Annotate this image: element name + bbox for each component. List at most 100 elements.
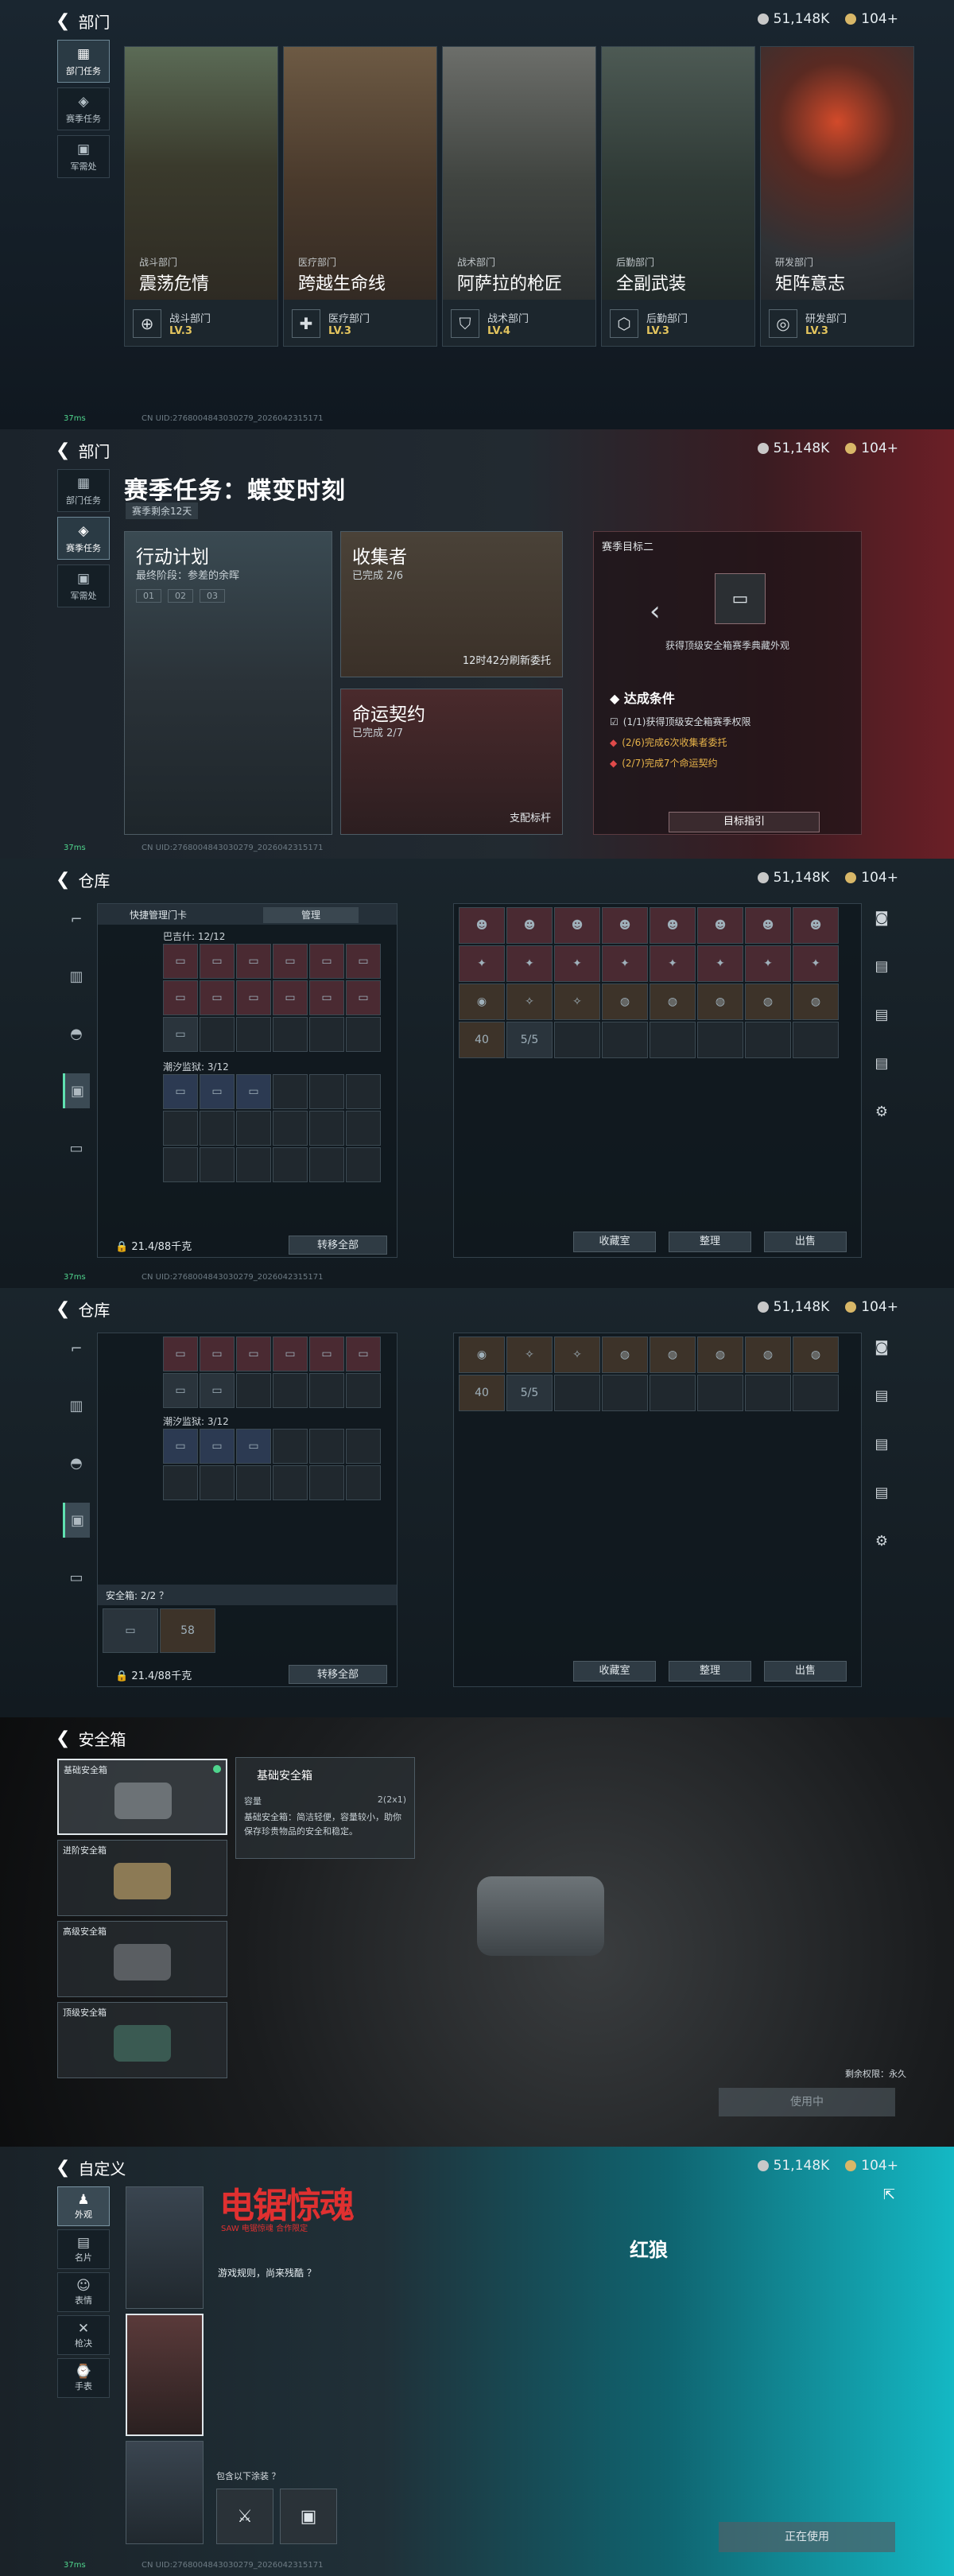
tab-outfit[interactable]: ♟ 外观	[57, 2186, 110, 2226]
keycard-item[interactable]: ▭	[200, 944, 235, 979]
keycard-item[interactable]: ▭	[236, 944, 271, 979]
settings-icon[interactable]: ⚙	[875, 1104, 888, 1120]
safe-box-item[interactable]: ▭	[103, 1608, 158, 1653]
keycard-item[interactable]: ▭	[200, 980, 235, 1015]
stash-item[interactable]: ✦	[459, 945, 505, 982]
stash-item[interactable]: ☻	[745, 907, 791, 944]
stash-item[interactable]: ✦	[506, 945, 553, 982]
manage-button[interactable]: 管理	[263, 907, 359, 923]
safe-box-basic[interactable]: 基础安全箱	[57, 1759, 227, 1835]
keycard-item[interactable]: ▭	[346, 980, 381, 1015]
in-use-button[interactable]: 使用中	[719, 2088, 895, 2116]
stash-item[interactable]: ☻	[650, 907, 696, 944]
keycard-item[interactable]: ▭	[309, 944, 344, 979]
stash-item[interactable]: ✧	[554, 983, 600, 1020]
contract-card[interactable]: 命运契约 已完成 2/7 支配标杆	[340, 689, 563, 835]
vault-button[interactable]: 收藏室	[573, 1232, 656, 1252]
back-button[interactable]: ❮ 安全箱	[56, 1727, 126, 1750]
keycard-item[interactable]: ▭	[163, 980, 198, 1015]
backpack-icon[interactable]: ▣	[63, 1503, 90, 1538]
package-item-knife[interactable]: ⚔	[216, 2489, 273, 2544]
backpack-icon[interactable]: ▣	[63, 1073, 90, 1108]
sort-button[interactable]: 整理	[669, 1232, 751, 1252]
move-all-button[interactable]: 转移全部	[289, 1236, 387, 1255]
gun-icon[interactable]: ⌐	[63, 902, 90, 937]
helmet-icon[interactable]: ◓	[63, 1016, 90, 1051]
dept-card-research[interactable]: 研发部门 矩阵意志 ◎ 研发部门 LV.3	[760, 46, 914, 347]
chevron-left-icon[interactable]: ‹	[650, 596, 661, 627]
safe-box-high[interactable]: 高级安全箱	[57, 1921, 227, 1997]
keycard-item[interactable]: ▭	[346, 944, 381, 979]
stash-page-icon[interactable]: ▤	[874, 1436, 888, 1453]
stash-item[interactable]: ◍	[602, 983, 648, 1020]
share-icon[interactable]: ⇱	[883, 2186, 895, 2203]
stash-item[interactable]: ✦	[793, 945, 839, 982]
gold-currency[interactable]: 104+	[845, 11, 898, 27]
sell-button[interactable]: 出售	[764, 1232, 847, 1252]
sell-button[interactable]: 出售	[764, 1661, 847, 1682]
dept-card-logistics[interactable]: 后勤部门 全副武装 ⬡ 后勤部门 LV.3	[601, 46, 755, 347]
stash-item[interactable]: ☻	[459, 907, 505, 944]
dept-card-combat[interactable]: 战斗部门 震荡危情 ⊕ 战斗部门 LV.3	[124, 46, 278, 347]
tab-supply[interactable]: ▣ 军需处	[57, 564, 110, 607]
stash-page-icon[interactable]: ▤	[874, 1387, 888, 1404]
stash-item[interactable]: ◍	[697, 983, 743, 1020]
tab-department-task[interactable]: ▦ 部门任务	[57, 469, 110, 512]
keycard-item[interactable]: ▭	[163, 1074, 198, 1109]
armor-icon[interactable]: ▥	[63, 959, 90, 994]
stash-item[interactable]: ✦	[745, 945, 791, 982]
silver-currency[interactable]: 51,148K	[757, 440, 829, 456]
tab-season-task[interactable]: ◈ 赛季任务	[57, 517, 110, 560]
keycard-item[interactable]: ▭	[236, 1074, 271, 1109]
stash-item[interactable]: ◉	[459, 983, 505, 1020]
sort-button[interactable]: 整理	[669, 1661, 751, 1682]
stash-item[interactable]: ☻	[697, 907, 743, 944]
keycard-item[interactable]: ▭	[200, 1074, 235, 1109]
stash-item[interactable]: ☻	[506, 907, 553, 944]
plan-card[interactable]: 行动计划 最终阶段：参差的余晖 01 02 03	[124, 531, 332, 835]
settings-icon[interactable]: ⚙	[875, 1533, 888, 1550]
keycard-item[interactable]: ▭	[163, 1017, 198, 1052]
stash-page-icon[interactable]: ▤	[874, 958, 888, 975]
gun-icon[interactable]: ⌐	[63, 1331, 90, 1366]
stash-icon[interactable]: ◙	[874, 1339, 888, 1356]
keycard-item[interactable]: ▭	[163, 944, 198, 979]
tab-department-task[interactable]: ▦ 部门任务	[57, 40, 110, 83]
stash-item[interactable]: ✦	[650, 945, 696, 982]
tab-supply[interactable]: ▣ 军需处	[57, 135, 110, 178]
safe-box-advanced[interactable]: 进阶安全箱	[57, 1840, 227, 1916]
back-button[interactable]: ❮ 自定义	[56, 2156, 126, 2179]
back-button[interactable]: ❮ 部门	[56, 439, 110, 462]
back-button[interactable]: ❮ 部门	[56, 10, 110, 33]
package-item-box[interactable]: ▣	[280, 2489, 337, 2544]
stash-item[interactable]: ◍	[650, 983, 696, 1020]
collector-card[interactable]: 收集者 已完成 2/6 12时42分刷新委托	[340, 531, 563, 677]
goal-guide-button[interactable]: 目标指引	[669, 812, 820, 832]
stash-item[interactable]: ☻	[602, 907, 648, 944]
operator-portrait[interactable]	[126, 2441, 204, 2544]
keycard-item[interactable]: ▭	[273, 980, 308, 1015]
tab-watch[interactable]: ⌚ 手表	[57, 2358, 110, 2398]
keycard-item[interactable]: ▭	[309, 980, 344, 1015]
stash-item[interactable]: ☻	[793, 907, 839, 944]
ammo-item[interactable]: 5/5	[506, 1022, 553, 1058]
back-button[interactable]: ❮ 仓库	[56, 868, 110, 891]
back-button[interactable]: ❮ 仓库	[56, 1298, 110, 1321]
stash-item[interactable]: ✦	[554, 945, 600, 982]
keycard-item[interactable]: ▭	[273, 944, 308, 979]
ammo-item[interactable]: 5/5	[506, 1375, 553, 1411]
stash-page-icon[interactable]: ▤	[874, 1484, 888, 1501]
rules-text[interactable]: 游戏规则，尚来残酷 ？	[218, 2266, 316, 2279]
stash-item[interactable]: ◍	[793, 983, 839, 1020]
ammo-item[interactable]: 40	[459, 1022, 505, 1058]
stash-page-icon[interactable]: ▤	[874, 1007, 888, 1023]
armor-icon[interactable]: ▥	[63, 1388, 90, 1423]
safe-box-top[interactable]: 顶级安全箱	[57, 2002, 227, 2078]
tab-card[interactable]: ▤ 名片	[57, 2229, 110, 2269]
tab-emote[interactable]: ☺ 表情	[57, 2272, 110, 2312]
operator-portrait-selected[interactable]	[126, 2314, 204, 2436]
case-icon[interactable]: ▭	[63, 1131, 90, 1166]
stash-icon[interactable]: ◙	[874, 910, 888, 926]
vault-button[interactable]: 收藏室	[573, 1661, 656, 1682]
stash-item[interactable]: ☻	[554, 907, 600, 944]
